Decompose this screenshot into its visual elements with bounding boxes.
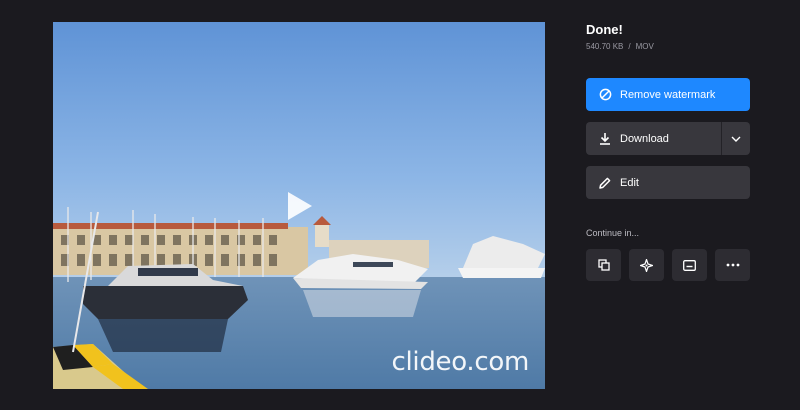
watermark-text: clideo.com: [391, 347, 530, 377]
file-format: MOV: [635, 42, 654, 51]
remove-watermark-button[interactable]: Remove watermark: [586, 78, 750, 111]
play-icon[interactable]: [286, 190, 314, 222]
sparkle-tool-button[interactable]: [629, 249, 664, 281]
download-icon: [598, 132, 612, 146]
meta-separator: /: [628, 42, 631, 51]
no-watermark-icon: [598, 88, 612, 102]
subtitles-tool-button[interactable]: [672, 249, 707, 281]
download-dropdown-button[interactable]: [721, 122, 750, 155]
remove-watermark-label: Remove watermark: [620, 88, 716, 101]
subtitles-icon: [683, 259, 696, 271]
continue-tools: [586, 249, 750, 281]
more-icon: [726, 263, 739, 267]
sparkle-icon: [640, 258, 653, 272]
pencil-icon: [598, 176, 612, 190]
edit-label: Edit: [620, 176, 639, 189]
continue-label: Continue in...: [586, 228, 640, 238]
edit-button[interactable]: Edit: [586, 166, 750, 199]
layers-icon: [597, 259, 610, 271]
more-tool-button[interactable]: [715, 249, 750, 281]
chevron-down-icon: [731, 136, 741, 142]
download-label: Download: [620, 132, 669, 145]
download-button[interactable]: Download: [586, 122, 721, 155]
download-button-group: Download: [586, 122, 750, 155]
layers-tool-button[interactable]: [586, 249, 621, 281]
file-size: 540.70 KB: [586, 42, 624, 51]
video-preview[interactable]: clideo.com: [53, 22, 545, 389]
file-meta: 540.70 KB / MOV: [586, 42, 654, 51]
status-title: Done!: [586, 22, 623, 37]
